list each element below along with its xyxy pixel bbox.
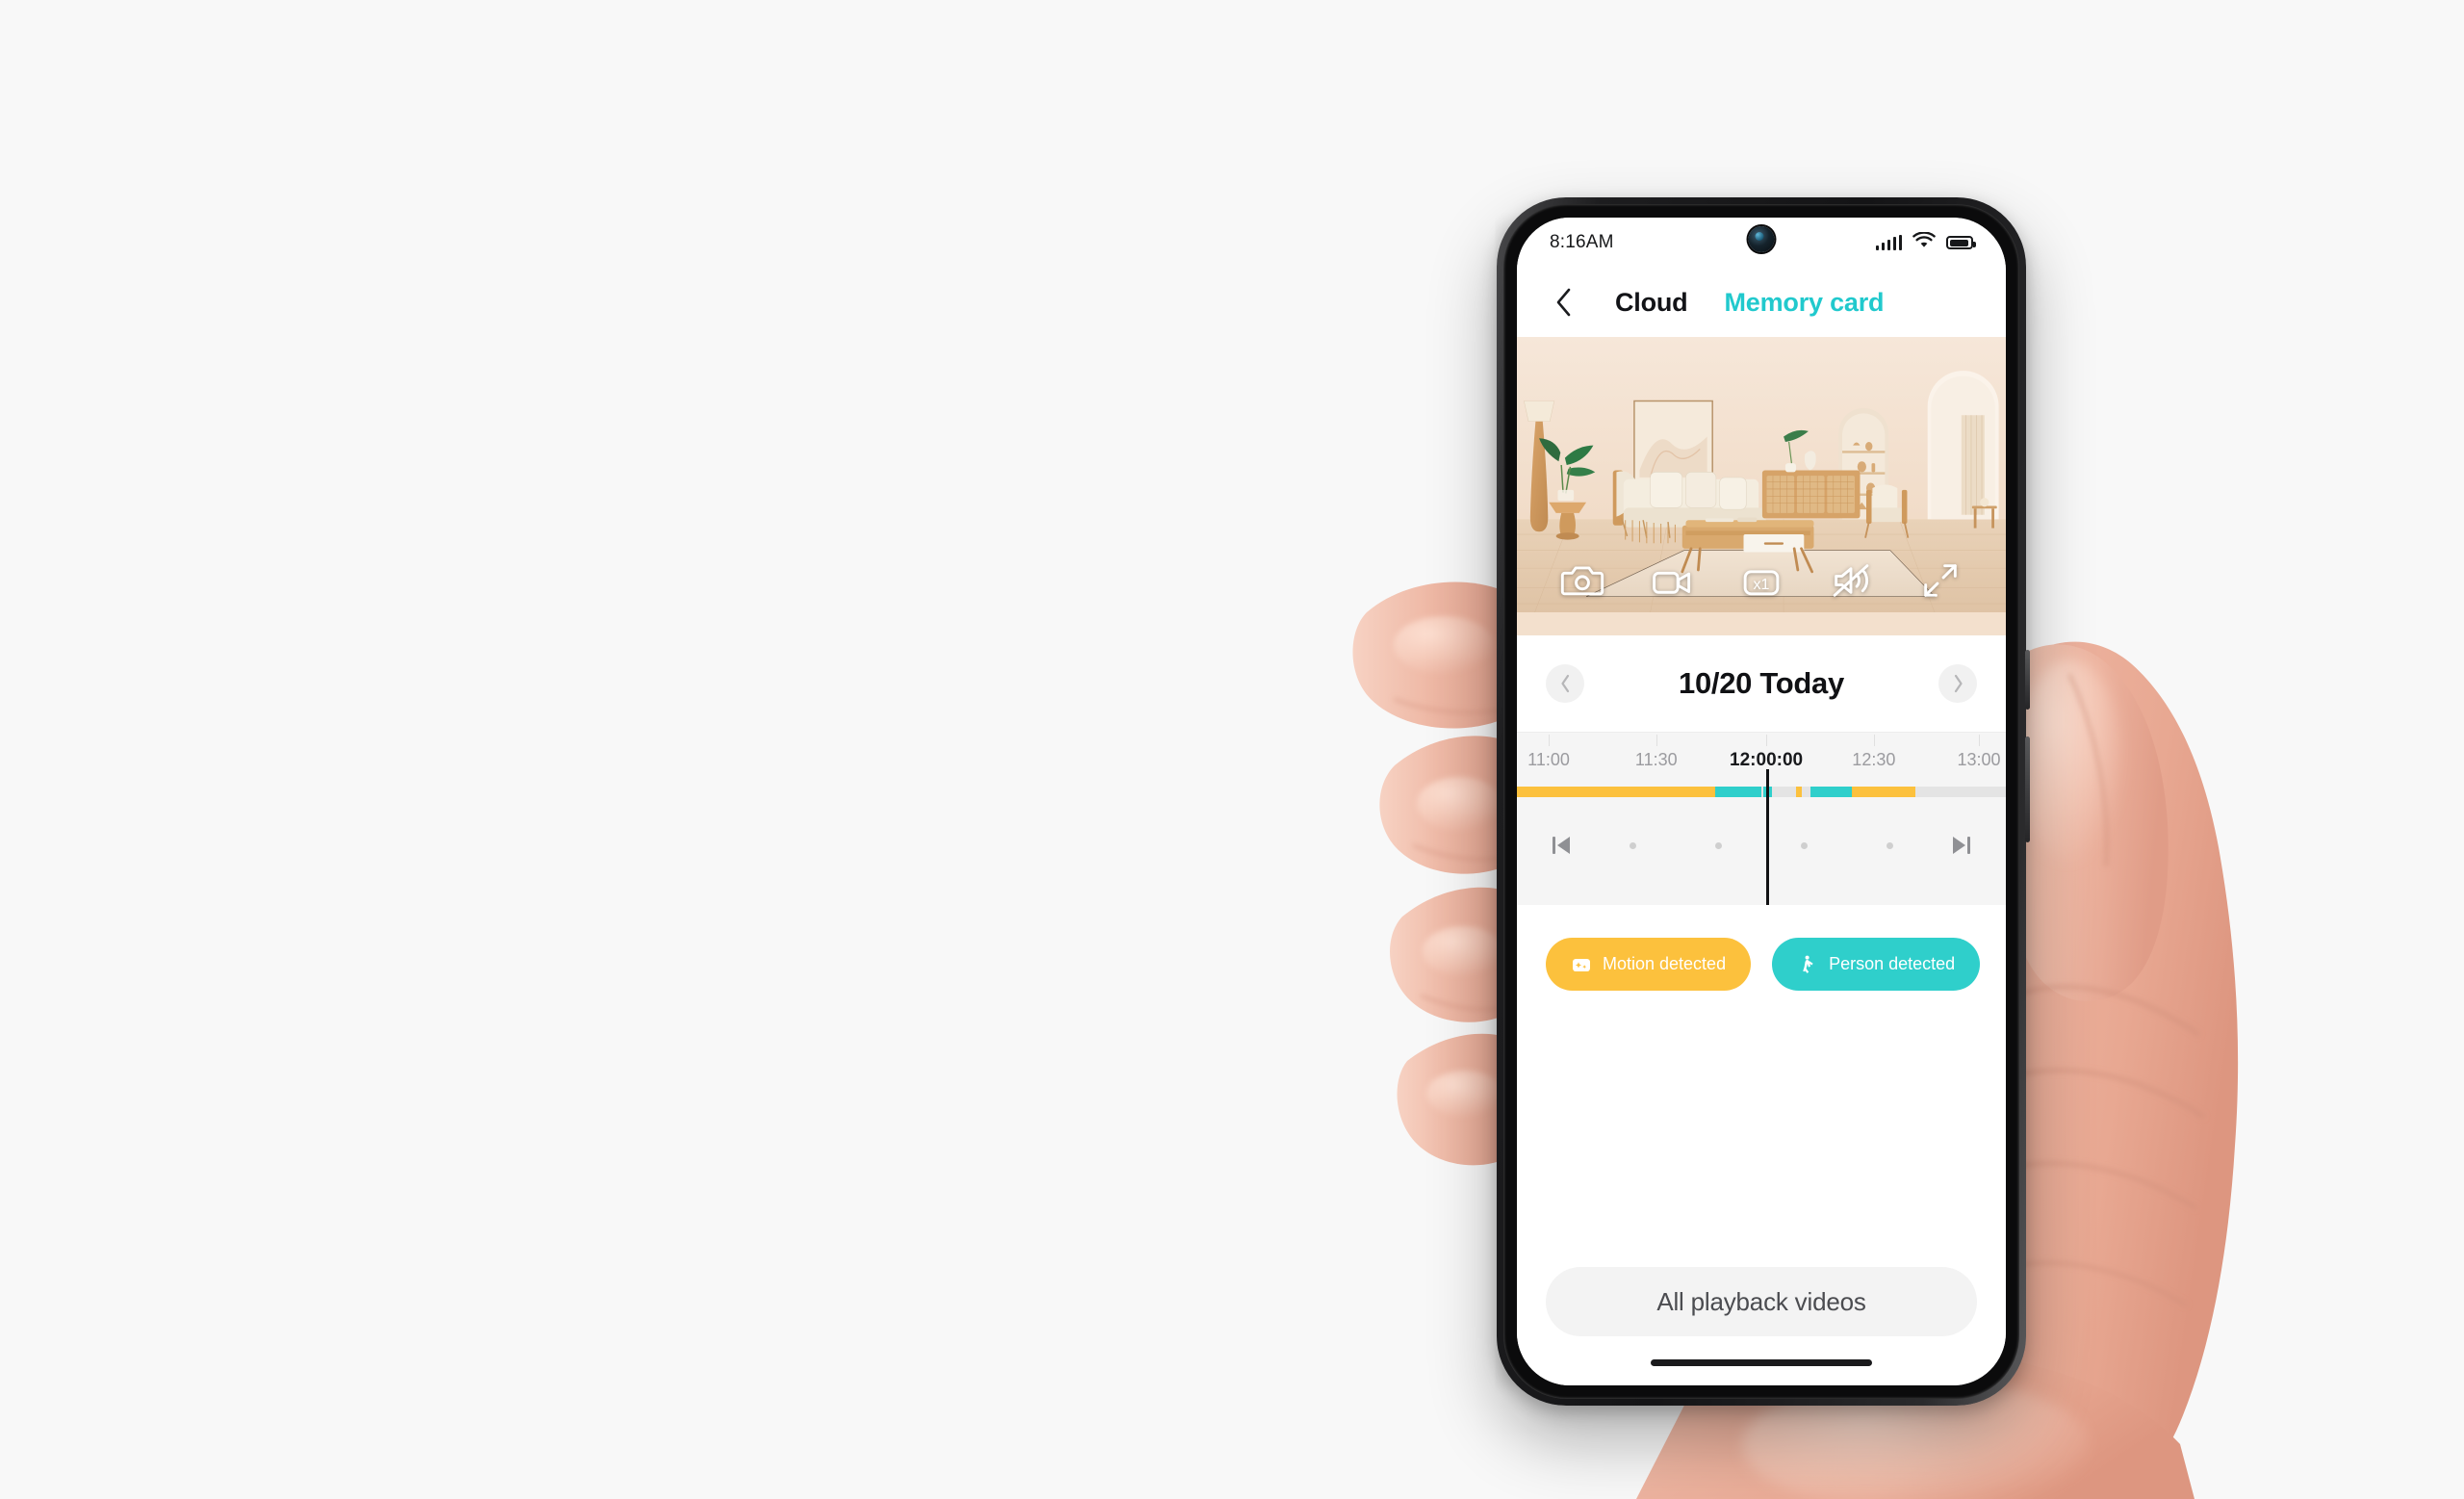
timeline-marker-dot (1801, 841, 1808, 849)
walking-person-icon (1803, 955, 1813, 973)
date-navigation: 10/20 Today (1517, 635, 2006, 732)
hand-holding-phone (1352, 221, 2239, 1499)
tab-cloud[interactable]: Cloud (1615, 288, 1688, 318)
next-day-button[interactable] (1938, 664, 1977, 703)
front-camera-punch-hole (1748, 226, 1775, 252)
chip-label: Person detected (1829, 954, 1956, 973)
chip-person-detected[interactable]: Person detected (1772, 938, 1981, 991)
timeline-segment-person[interactable] (1810, 787, 1852, 797)
current-date-label: 10/20 Today (1679, 666, 1844, 700)
phone-bezel: 8:16AM Cloud Memory card x1 10/20 Today … (1503, 204, 2019, 1399)
mute-button[interactable] (1829, 558, 1873, 603)
timeline-tick-label: 11:30 (1634, 750, 1678, 769)
screenshot-canvas: 8:16AM Cloud Memory card x1 10/20 Today … (0, 0, 2464, 1499)
volume-button[interactable] (2025, 737, 2030, 842)
phone-screen: 8:16AM Cloud Memory card x1 10/20 Today … (1517, 218, 2006, 1385)
video-controls: x1 (1517, 558, 2006, 603)
skip-previous-button[interactable] (1542, 826, 1580, 865)
timeline-marker-dots (1580, 841, 1942, 849)
record-button[interactable] (1650, 558, 1694, 603)
motion-sparkle-icon (1573, 958, 1590, 971)
timeline-controls (1517, 797, 2006, 893)
timeline-tick-label: 13:00 (1957, 750, 2001, 769)
cellular-signal-icon (1875, 234, 1902, 250)
skip-next-button[interactable] (1942, 826, 1981, 865)
home-indicator-bar[interactable] (1651, 1359, 1872, 1366)
all-playback-videos-button[interactable]: All playback videos (1546, 1267, 1977, 1336)
chip-label: Motion detected (1603, 954, 1727, 973)
timeline-segment-motion[interactable] (1795, 787, 1802, 797)
previous-day-button[interactable] (1546, 664, 1584, 703)
timeline-tick-mark (1873, 735, 1875, 746)
timeline-tick-mark (1656, 735, 1657, 746)
wifi-icon (1912, 230, 1936, 254)
camera-video-feed[interactable]: x1 (1517, 337, 2006, 635)
timeline-tick-label: 12:00:00 (1730, 750, 1804, 770)
timeline-tick-mark (1549, 735, 1551, 746)
phone-device: 8:16AM Cloud Memory card x1 10/20 Today … (1497, 197, 2030, 1406)
snapshot-button[interactable] (1560, 558, 1604, 603)
timeline-tick-label: 12:30 (1852, 750, 1896, 769)
battery-icon (1946, 236, 1976, 249)
timeline-marker-dot (1630, 841, 1636, 849)
timeline-tick-label: 11:00 (1527, 750, 1570, 769)
tab-memory-card[interactable]: Memory card (1724, 288, 1884, 318)
timeline-marker-dot (1886, 841, 1893, 849)
status-bar: 8:16AM (1517, 218, 2006, 268)
timeline-segment-motion[interactable] (1851, 787, 1915, 797)
top-navigation-bar: Cloud Memory card (1517, 268, 2006, 337)
speed-button[interactable]: x1 (1739, 558, 1784, 603)
fullscreen-button[interactable] (1918, 558, 1963, 603)
status-time: 8:16AM (1550, 232, 1614, 252)
timeline-tick-labels: 11:00 11:30 12:00:00 12:30 13:00 (1517, 735, 2006, 787)
chip-motion-detected[interactable]: Motion detected (1546, 938, 1752, 991)
playback-timeline[interactable]: 11:00 11:30 12:00:00 12:30 13:00 (1517, 732, 2006, 905)
timeline-playhead[interactable] (1766, 769, 1770, 905)
timeline-segment-motion[interactable] (1517, 787, 1715, 797)
timeline-event-bar[interactable] (1517, 787, 2006, 797)
timeline-marker-dot (1715, 841, 1722, 849)
screen-footer: All playback videos (1517, 1267, 2006, 1385)
source-tabs: Cloud Memory card (1615, 288, 1885, 318)
status-icons (1875, 230, 1976, 254)
back-button[interactable] (1544, 283, 1582, 322)
detection-legend: Motion detected Person detected (1517, 905, 2006, 991)
content-spacer (1517, 991, 2006, 1267)
timeline-tick-mark (1766, 735, 1768, 746)
svg-text:x1: x1 (1753, 576, 1769, 593)
power-button[interactable] (2025, 650, 2030, 710)
timeline-tick-mark (1979, 735, 1981, 746)
timeline-segment-person[interactable] (1714, 787, 1761, 797)
